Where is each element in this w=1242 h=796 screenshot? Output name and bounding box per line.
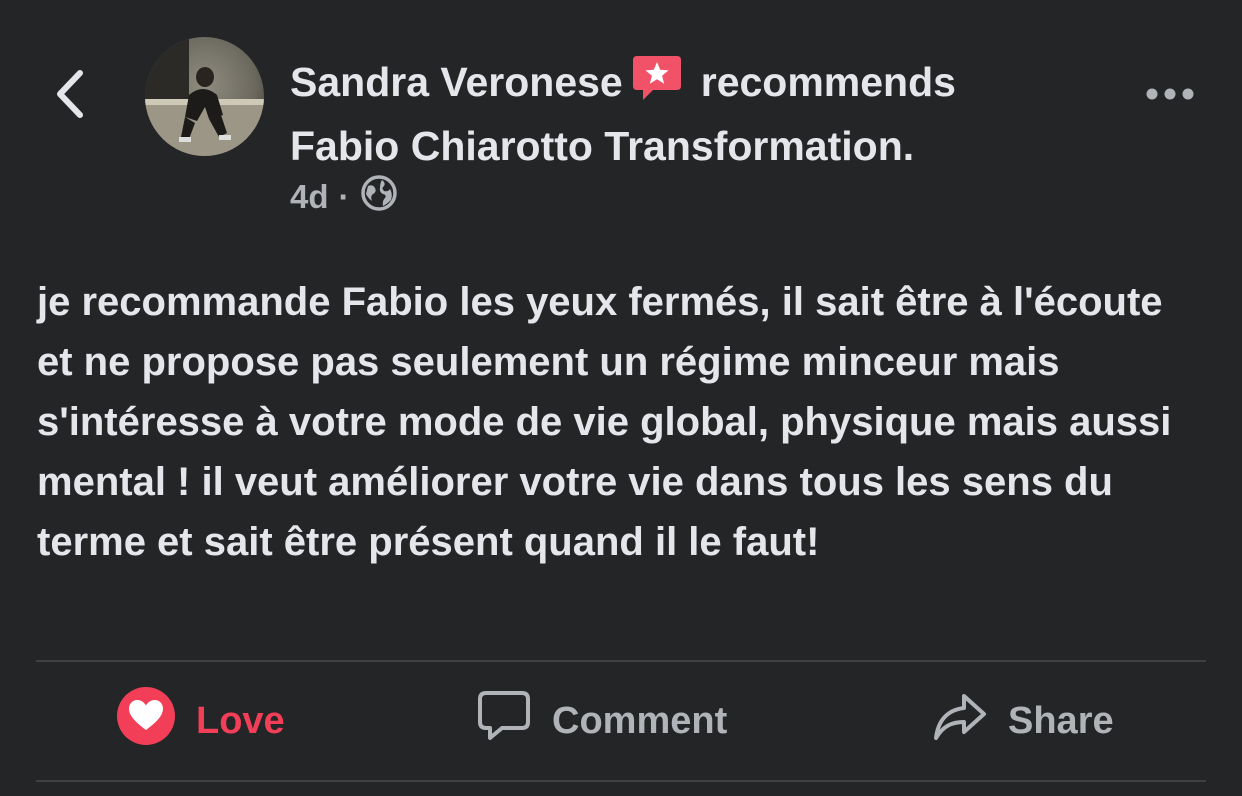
more-options-button[interactable] (1140, 74, 1200, 118)
share-button[interactable]: Share (932, 662, 1114, 780)
globe-icon[interactable] (360, 174, 398, 220)
post-text: je recommande Fabio les yeux fermés, il … (37, 280, 1172, 564)
comment-label: Comment (552, 699, 728, 742)
action-bar: Love Comment Share (36, 662, 1206, 780)
more-dots-icon (1145, 87, 1195, 106)
header-period: . (902, 123, 915, 169)
comment-icon (476, 688, 532, 754)
avatar[interactable] (145, 37, 264, 156)
page-name[interactable]: Fabio Chiarotto Transformation (290, 123, 903, 169)
timestamp[interactable]: 4d (290, 178, 329, 216)
comment-button[interactable]: Comment (476, 662, 727, 780)
share-label: Share (1008, 699, 1114, 742)
meta-separator: · (338, 178, 350, 215)
share-arrow-icon (932, 688, 988, 754)
chevron-left-icon (53, 69, 87, 124)
post-header: Sandra Veronese recommends Fabio Chiarott… (290, 52, 1120, 175)
back-button[interactable] (48, 66, 92, 126)
love-label: Love (196, 699, 285, 742)
post-meta: 4d · (290, 174, 398, 220)
recommendation-star-icon (631, 52, 683, 117)
author-name[interactable]: Sandra Veronese (290, 59, 623, 105)
recommends-verb: recommends (700, 59, 956, 105)
heart-icon (116, 686, 176, 756)
love-button[interactable]: Love (116, 662, 285, 780)
divider-bottom (36, 780, 1206, 782)
